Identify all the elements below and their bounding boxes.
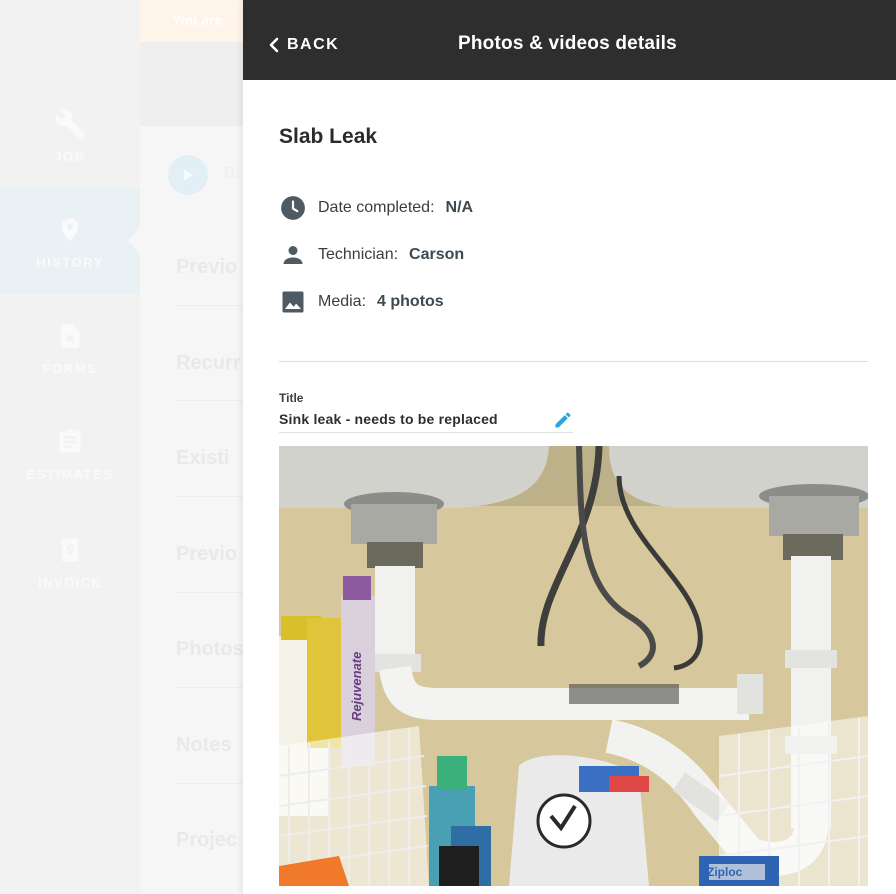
background-row: Recurr	[176, 352, 241, 374]
background-row: Photos	[176, 638, 244, 660]
sidebar-item-forms[interactable]: FORMS	[0, 294, 140, 400]
page-title: Photos & videos details	[458, 33, 677, 54]
bottle-label: Rejuvenate	[349, 652, 364, 721]
back-button[interactable]: BACK	[267, 36, 339, 54]
title-field-value[interactable]: Sink leak - needs to be replaced	[279, 411, 498, 427]
date-value: N/A	[445, 199, 474, 216]
media-value: 4 photos	[377, 293, 444, 310]
date-completed-row: Date completed: N/A	[279, 194, 473, 222]
title-field-label: Title	[279, 391, 304, 405]
chevron-left-icon	[269, 37, 279, 53]
active-indicator	[128, 228, 140, 254]
details-panel: BACK Photos & videos details Slab Leak D…	[243, 0, 896, 894]
sidebar-item-job[interactable]: JOB	[0, 82, 140, 188]
technician-row: Technician: Carson	[279, 241, 464, 269]
background-row: Previo	[176, 543, 238, 565]
clipboard-icon	[53, 425, 87, 459]
play-icon	[168, 155, 208, 195]
media-row: Media: 4 photos	[279, 288, 444, 316]
back-label: BACK	[287, 36, 340, 53]
background-row: Projec	[176, 829, 238, 851]
background-label: Bi	[224, 165, 240, 182]
sidebar-item-label: FORMS	[42, 360, 98, 376]
media-label: Media:	[318, 293, 367, 310]
sidebar: JOB HISTORY FORMS ESTIMATES INVOICE	[0, 0, 140, 894]
background-row: Previo	[176, 256, 238, 278]
job-title: Slab Leak	[279, 125, 378, 148]
background-row: Notes	[176, 734, 232, 756]
sidebar-item-label: HISTORY	[36, 254, 104, 270]
sidebar-item-label: JOB	[54, 148, 86, 164]
image-icon	[279, 288, 307, 316]
banner-text: You are	[172, 12, 223, 28]
location-pin-icon	[53, 213, 87, 247]
sidebar-item-label: ESTIMATES	[26, 466, 114, 482]
under-sink-illustration: Rejuvenate Ziploc	[279, 446, 868, 886]
form-search-icon	[53, 319, 87, 353]
sidebar-item-invoice[interactable]: INVOICE	[0, 508, 140, 614]
edit-pencil-icon[interactable]	[553, 410, 573, 430]
date-label: Date completed:	[318, 199, 435, 216]
sidebar-item-history[interactable]: HISTORY	[0, 188, 140, 294]
wrench-icon	[53, 107, 87, 141]
clock-icon	[279, 194, 307, 222]
box-label: Ziploc	[707, 865, 743, 879]
job-photo[interactable]: Rejuvenate Ziploc	[279, 446, 868, 886]
title-field-underline	[279, 432, 573, 433]
person-icon	[279, 241, 307, 269]
section-divider	[279, 361, 868, 362]
sidebar-item-estimates[interactable]: ESTIMATES	[0, 400, 140, 506]
sidebar-item-label: INVOICE	[38, 574, 102, 590]
panel-header: BACK Photos & videos details	[243, 0, 896, 80]
invoice-icon	[53, 533, 87, 567]
technician-value: Carson	[409, 246, 465, 263]
technician-label: Technician:	[318, 246, 399, 263]
background-row: Existi	[176, 447, 230, 469]
